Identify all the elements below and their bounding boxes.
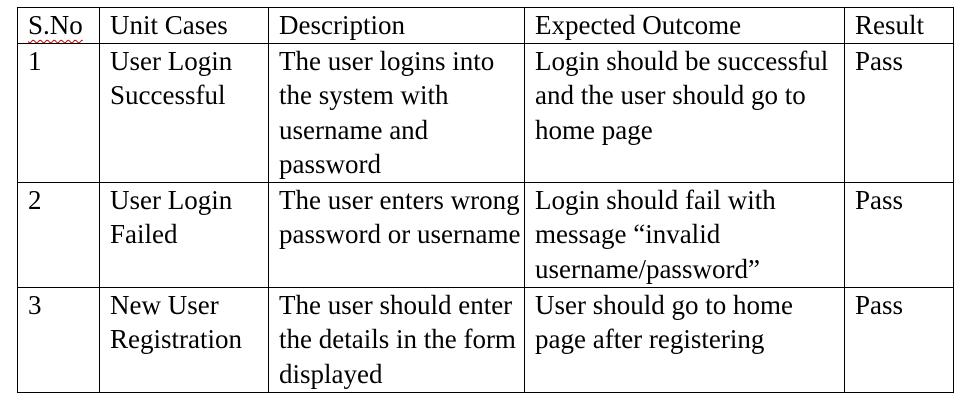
cell-sno: 3 (17, 286, 100, 393)
header-unit-cases: Unit Cases (99, 7, 269, 44)
cell-expected-outcome: User should go to home page after regist… (524, 286, 845, 393)
cell-sno: 1 (17, 42, 100, 183)
header-sno-label: S.No (28, 10, 83, 40)
table-row: 2 User Login Failed The user enters wron… (17, 181, 954, 288)
cell-unit-case: User Login Failed (99, 181, 269, 288)
test-cases-table: S.No Unit Cases Description Expected Out… (17, 7, 954, 393)
cell-unit-case: New User Registration (99, 286, 269, 393)
cell-description: The user logins into the system with use… (268, 42, 525, 183)
cell-result: Pass (844, 181, 954, 288)
cell-expected-outcome: Login should fail with message “invalid … (524, 181, 845, 288)
cell-unit-case: User Login Successful (99, 42, 269, 183)
header-result: Result (844, 7, 954, 44)
cell-description: The user should enter the details in the… (268, 286, 525, 393)
cell-result: Pass (844, 42, 954, 183)
cell-description: The user enters wrong password or userna… (268, 181, 525, 288)
header-expected-outcome: Expected Outcome (524, 7, 845, 44)
cell-result: Pass (844, 286, 954, 393)
table-header-row: S.No Unit Cases Description Expected Out… (17, 7, 954, 44)
cell-expected-outcome: Login should be successful and the user … (524, 42, 845, 183)
table-row: 3 New User Registration The user should … (17, 286, 954, 393)
header-sno: S.No (17, 7, 100, 44)
cell-sno: 2 (17, 181, 100, 288)
header-description: Description (268, 7, 525, 44)
table-row: 1 User Login Successful The user logins … (17, 42, 954, 183)
